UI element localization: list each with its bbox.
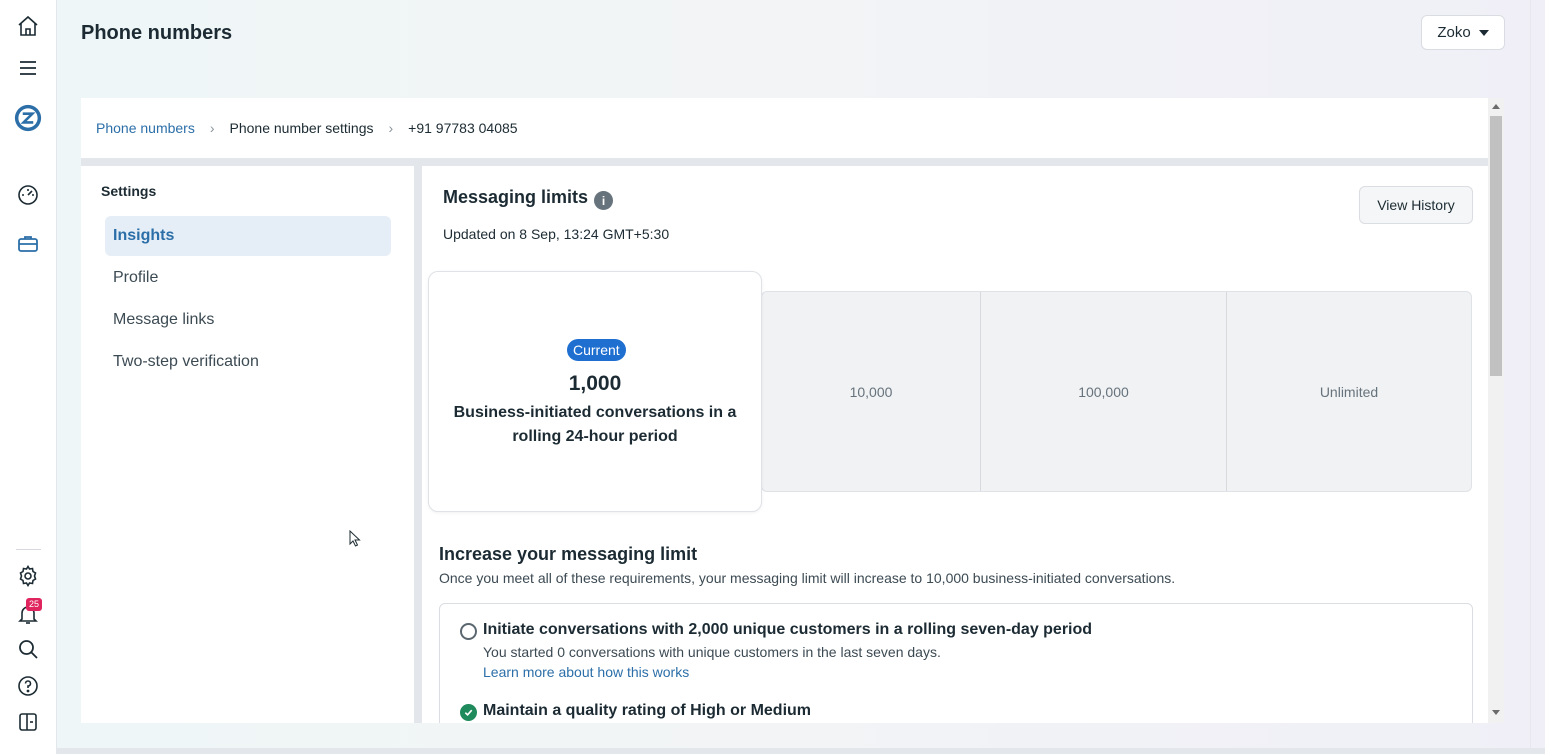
requirement-quality-title: Maintain a quality rating of High or Med… — [483, 702, 812, 719]
tier-100000: 100,000 — [980, 292, 1226, 491]
window-edge — [1530, 0, 1531, 754]
radio-unchecked-icon — [460, 623, 477, 640]
settings-gear-icon[interactable] — [14, 562, 42, 590]
main-panel: Phone numbers › Phone number settings › … — [81, 98, 1488, 723]
menu-icon[interactable] — [14, 54, 42, 82]
divider — [81, 158, 1488, 166]
chevron-right-icon: › — [388, 120, 394, 136]
check-circle-icon — [460, 704, 477, 721]
tier-10000: 10,000 — [849, 383, 893, 400]
info-icon[interactable]: i — [594, 191, 613, 210]
breadcrumb-phone-number-settings[interactable]: Phone number settings — [230, 120, 374, 136]
current-tier-card: Current 1,000 Business-initiated convers… — [428, 271, 762, 512]
breadcrumb-current-number: +91 97783 04085 — [408, 120, 518, 136]
current-badge: Current — [567, 339, 626, 361]
column-divider — [414, 166, 422, 723]
page-title: Phone numbers — [81, 22, 233, 44]
account-label: Zoko — [1437, 24, 1471, 41]
settings-item-profile[interactable]: Profile — [105, 258, 391, 298]
tier-strip: 10,000 100,000 Unlimited — [761, 291, 1472, 492]
help-icon[interactable] — [14, 672, 42, 700]
tier-unlimited: Unlimited — [1226, 292, 1471, 491]
rail-divider — [16, 549, 41, 550]
current-limit-value: 1,000 — [568, 372, 622, 395]
dashboard-gauge-icon[interactable] — [14, 181, 42, 209]
panel-scrollbar[interactable] — [1488, 98, 1504, 723]
settings-item-insights[interactable]: Insights — [105, 216, 391, 256]
messaging-limits-title: Messaging limits — [443, 187, 589, 207]
messaging-content: Messaging limits i Updated on 8 Sep, 13:… — [422, 166, 1488, 723]
learn-more-link[interactable]: Learn more about how this works — [483, 664, 689, 680]
view-history-button[interactable]: View History — [1359, 186, 1473, 224]
breadcrumb-phone-numbers[interactable]: Phone numbers — [96, 120, 195, 136]
requirement-conversations-status: You started 0 conversations with unique … — [483, 644, 941, 660]
sidebar-toggle-icon[interactable] — [14, 708, 42, 736]
scroll-up-icon[interactable] — [1492, 104, 1500, 109]
bottom-bar — [57, 748, 1545, 754]
settings-item-two-step-verification[interactable]: Two-step verification — [105, 342, 391, 382]
notification-count-badge: 25 — [26, 598, 43, 611]
increase-limit-title: Increase your messaging limit — [439, 544, 698, 564]
zoko-logo-icon[interactable] — [14, 104, 42, 132]
current-limit-description: Business-initiated conversations in a ro… — [453, 404, 737, 445]
scrollbar-thumb[interactable] — [1490, 116, 1502, 376]
requirements-box: Initiate conversations with 2,000 unique… — [439, 603, 1473, 723]
home-icon[interactable] — [14, 12, 42, 40]
search-icon[interactable] — [14, 635, 42, 663]
briefcase-icon[interactable] — [14, 230, 42, 258]
settings-title: Settings — [101, 183, 157, 199]
mouse-cursor-icon — [349, 529, 361, 552]
requirement-conversations-title: Initiate conversations with 2,000 unique… — [483, 621, 1093, 638]
increase-limit-description: Once you meet all of these requirements,… — [439, 570, 1176, 586]
caret-down-icon — [1478, 29, 1489, 36]
account-switcher-button[interactable]: Zoko — [1421, 15, 1505, 50]
settings-sidebar: Settings Insights Profile Message links … — [81, 166, 414, 723]
breadcrumb: Phone numbers › Phone number settings › … — [81, 98, 1488, 158]
chevron-right-icon: › — [209, 120, 215, 136]
scroll-down-icon[interactable] — [1492, 710, 1500, 715]
left-nav-rail: 25 — [0, 0, 57, 754]
settings-item-message-links[interactable]: Message links — [105, 300, 391, 340]
updated-timestamp: Updated on 8 Sep, 13:24 GMT+5:30 — [443, 226, 670, 242]
